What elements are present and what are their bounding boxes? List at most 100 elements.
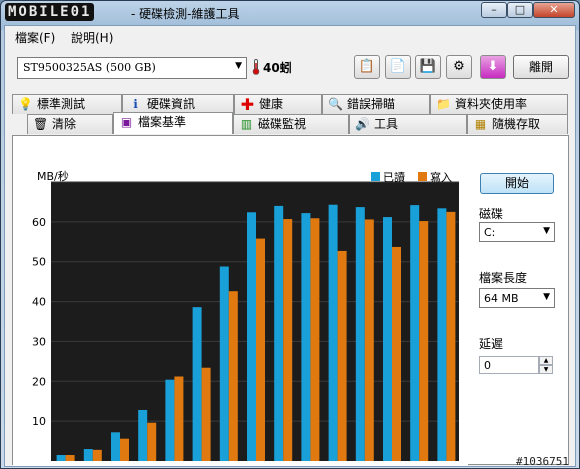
bar-read: [274, 205, 284, 461]
y-axis-label: MB/秒: [37, 169, 69, 183]
tab-label: 標準測試: [37, 97, 86, 111]
tab-folder-usage[interactable]: 📁 資料夾使用率: [430, 94, 568, 114]
bar-read: [355, 207, 365, 461]
bar-read: [301, 213, 311, 461]
benchmark-panel: 102030405060 0.5124816326412825651210242…: [12, 135, 569, 466]
chevron-down-icon: ▼: [235, 61, 242, 71]
exit-button[interactable]: 離開: [513, 55, 569, 79]
bar-read: [328, 204, 338, 461]
bar-write: [446, 211, 456, 461]
bar-read: [410, 205, 420, 461]
benchmark-chart: 102030405060 0.5124816326412825651210242…: [13, 136, 468, 466]
temperature-value: 40蚓: [263, 61, 292, 75]
tab-error-scan[interactable]: 🔍 錯誤掃瞄: [322, 94, 430, 114]
info-icon: ℹ: [133, 97, 138, 111]
bar-write: [419, 221, 429, 461]
file-benchmark-icon: ▣: [120, 115, 133, 129]
tab-health[interactable]: ✚ 健康: [234, 94, 322, 114]
tab-label: 工具: [374, 117, 399, 131]
menu-bar: 檔案(F) 說明(H): [5, 26, 575, 46]
tab-file-benchmark[interactable]: ▣ 檔案基準: [113, 112, 233, 134]
trash-icon: 🗑: [33, 117, 49, 131]
maximize-button[interactable]: □: [507, 2, 533, 18]
window-title: - 硬碟檢測-維護工具: [131, 7, 240, 21]
bar-write: [310, 218, 320, 461]
y-tick-label: 20: [32, 375, 46, 388]
tab-label: 資料夾使用率: [455, 97, 528, 111]
close-button[interactable]: ✕: [533, 2, 575, 18]
tab-label: 檔案基準: [138, 115, 187, 129]
bar-read: [219, 266, 229, 461]
folder-icon: 📁: [436, 97, 451, 111]
start-button[interactable]: 開始: [480, 173, 554, 194]
lightbulb-icon: 💡: [18, 97, 33, 111]
red-cross-icon: ✚: [240, 95, 255, 114]
y-tick-label: 40: [32, 296, 46, 309]
bar-write: [337, 250, 347, 461]
disk-dropdown[interactable]: ST9500325AS (500 GB) ▼: [17, 57, 247, 79]
tab-random-access[interactable]: ▦ 隨機存取: [467, 114, 568, 134]
magnifier-icon: 🔍: [328, 97, 343, 111]
bar-write: [147, 422, 157, 461]
legend-read-label: 已讀: [383, 170, 405, 184]
file-length-label: 檔案長度: [479, 271, 528, 285]
title-bar[interactable]: MOBILE01 - 硬碟檢測-維護工具 – □ ✕: [1, 1, 579, 23]
tab-erase[interactable]: 🗑 清除: [27, 114, 113, 134]
file-length-select[interactable]: 64 MB ▼: [479, 288, 555, 308]
spin-down-button[interactable]: ▼: [539, 365, 553, 374]
disk-letter-select[interactable]: C: ▼: [479, 222, 555, 242]
delay-input[interactable]: 0: [479, 356, 539, 374]
copy-icon: 📋: [358, 59, 376, 74]
random-access-icon: ▦: [474, 117, 487, 131]
options-button[interactable]: ⚙: [446, 55, 472, 79]
bar-read: [83, 449, 93, 461]
menu-file[interactable]: 檔案(F): [15, 29, 55, 46]
tab-label: 隨機存取: [492, 117, 541, 131]
tab-tools[interactable]: 🔊 工具: [349, 114, 467, 134]
menu-help[interactable]: 說明(H): [71, 29, 113, 46]
disk-label: 磁碟: [479, 207, 504, 221]
bar-write: [283, 219, 293, 461]
minimize-button[interactable]: –: [481, 2, 507, 18]
temperature-readout: 40蚓: [252, 57, 292, 79]
bar-write: [201, 367, 211, 461]
legend-write-swatch: [418, 172, 427, 181]
bar-write: [92, 449, 102, 461]
save-icon: 💾: [419, 59, 437, 74]
tab-label: 硬碟資訊: [147, 97, 196, 111]
bar-write: [65, 455, 75, 461]
thermometer-icon: [252, 59, 260, 75]
y-tick-label: 10: [32, 415, 46, 428]
y-tick-label: 60: [32, 216, 46, 229]
tab-label: 清除: [52, 117, 77, 131]
download-button[interactable]: ⬇: [480, 55, 506, 79]
tab-label: 健康: [259, 97, 284, 111]
tab-label: 磁碟監視: [258, 117, 307, 131]
bar-read: [165, 379, 175, 461]
disk-letter-value: C:: [484, 226, 496, 239]
tab-disk-info[interactable]: ℹ 硬碟資訊: [122, 94, 234, 114]
bar-read: [138, 409, 148, 461]
tab-standard-test[interactable]: 💡 標準測試: [12, 94, 122, 114]
spin-up-button[interactable]: ▲: [539, 356, 553, 365]
bar-read: [383, 217, 392, 461]
bar-write: [120, 438, 129, 461]
copy-button[interactable]: 📋: [354, 55, 380, 79]
bar-write: [256, 238, 265, 461]
bar-read: [437, 208, 447, 461]
chevron-down-icon: ▼: [543, 292, 550, 302]
tab-label: 錯誤掃瞄: [347, 97, 396, 111]
chevron-down-icon: ▼: [543, 226, 550, 236]
monitor-chart-icon: ▥: [240, 117, 253, 131]
bar-write: [174, 376, 184, 461]
app-logo: MOBILE01: [5, 3, 95, 21]
options-icon: ⚙: [453, 59, 465, 74]
save-button[interactable]: 💾: [415, 55, 441, 79]
speaker-icon: 🔊: [355, 117, 370, 131]
legend-read-swatch: [371, 172, 380, 181]
bar-write: [392, 246, 401, 461]
copy-text-button[interactable]: 📄: [385, 55, 411, 79]
tab-disk-monitor[interactable]: ▥ 磁碟監視: [233, 114, 349, 134]
watermark-text: #1036751: [516, 455, 569, 468]
file-length-value: 64 MB: [484, 292, 519, 305]
